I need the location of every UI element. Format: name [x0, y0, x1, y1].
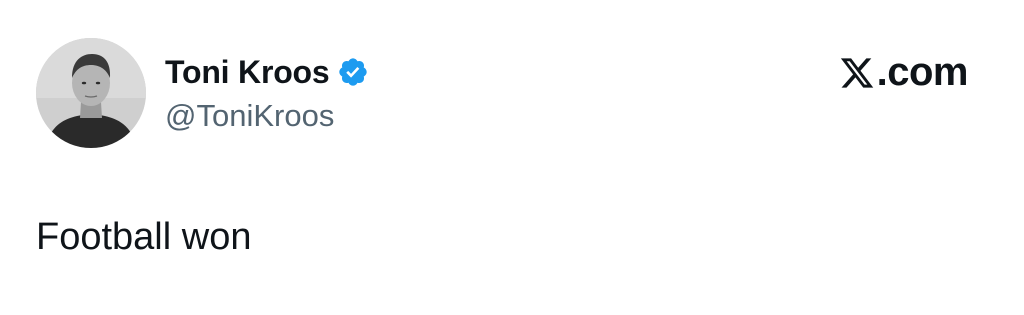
author-identity: Toni Kroos @ToniKroos [165, 50, 369, 136]
profile-photo-icon [36, 38, 146, 148]
author-display-name[interactable]: Toni Kroos [165, 52, 330, 92]
brand-watermark: .com [839, 50, 969, 95]
post-header: Toni Kroos @ToniKroos [36, 38, 369, 148]
author-name-row: Toni Kroos [165, 52, 369, 92]
x-logo-icon [839, 55, 875, 91]
post-text: Football won [36, 216, 252, 258]
verified-badge-icon [337, 56, 369, 88]
author-avatar[interactable] [36, 38, 146, 148]
post-card: Toni Kroos @ToniKroos .com Football won [0, 0, 1024, 315]
brand-domain-suffix: .com [876, 50, 969, 94]
author-handle[interactable]: @ToniKroos [165, 96, 369, 136]
